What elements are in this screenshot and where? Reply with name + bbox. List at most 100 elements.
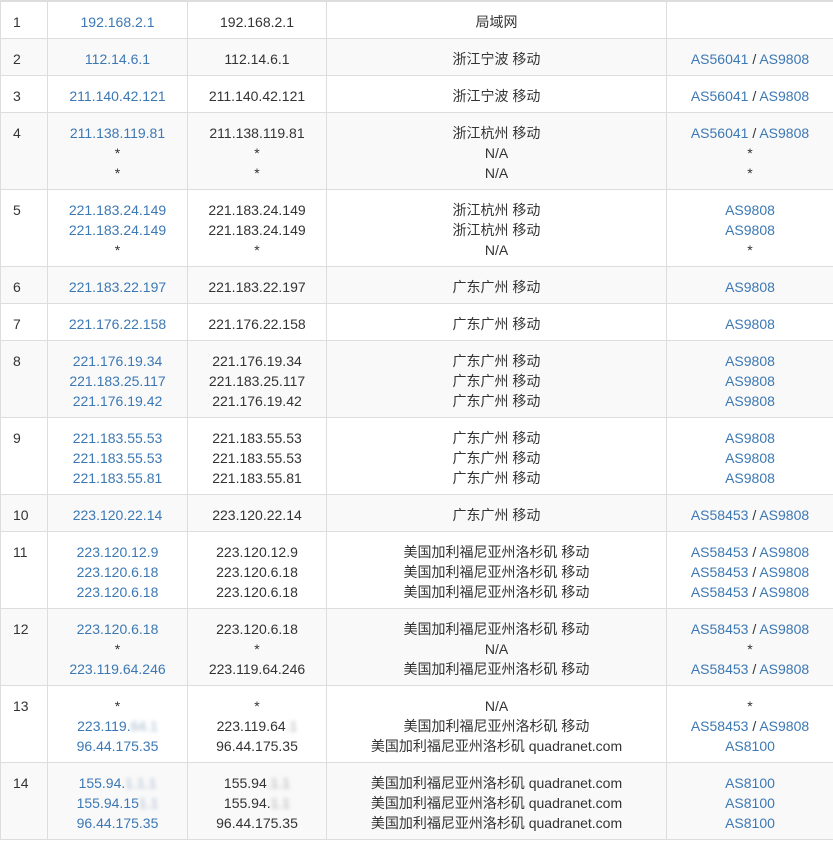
hop-number: 10 [0,494,48,532]
as-link[interactable]: AS9808 [759,507,809,523]
as-link[interactable]: AS9808 [759,544,809,560]
ip-link[interactable]: 223.120.6.18 [54,582,181,602]
as-link[interactable]: AS56041 [691,125,749,141]
as-link[interactable]: AS8100 [725,738,775,754]
hostname-text: 112.14.6.1 [224,51,290,67]
as-link[interactable]: AS9808 [725,316,775,332]
location-text: 广东广州 移动 [452,450,541,466]
as-link[interactable]: AS8100 [725,775,775,791]
as-link[interactable]: AS58453 [691,507,749,523]
timeout-marker: * [114,641,121,657]
as-separator: / [748,88,760,104]
ip-link[interactable]: 112.14.6.1 [54,49,181,69]
timeout-marker: * [114,242,121,258]
hop-number: 5 [0,189,48,267]
hop-row: 12 223.120.6.18 * 223.119.64.246 223.120.6.1… [0,608,833,686]
ip-link[interactable]: 221.183.55.81 [54,468,181,488]
as-link[interactable]: AS9808 [725,202,775,218]
as-link[interactable]: AS56041 [691,51,749,67]
as-link[interactable]: AS9808 [725,450,775,466]
ip-link[interactable]: 96.44.175.35 [54,813,181,833]
hostname-text: 223.120.12.9 [216,544,298,560]
as-link[interactable]: AS58453 [691,564,749,580]
as-link[interactable]: AS58453 [691,718,749,734]
ip-link[interactable]: 221.176.22.158 [54,314,181,334]
as-separator: / [748,718,760,734]
ip-link[interactable]: 221.183.25.117 [54,371,181,391]
location-text: 广东广州 移动 [452,507,541,523]
as-link[interactable]: AS8100 [725,795,775,811]
as-link[interactable]: AS58453 [691,584,749,600]
hop-number: 2 [0,38,48,76]
timeout-marker: * [114,145,121,161]
as-link[interactable]: AS9808 [725,279,775,295]
ip-link[interactable]: 211.140.42.121 [54,86,181,106]
hostname-text: 221.183.55.81 [212,470,302,486]
as-link[interactable]: AS56041 [691,88,749,104]
hop-location-cell: 广东广州 移动 广东广州 移动 广东广州 移动 [326,340,667,418]
ip-link[interactable]: 221.176.19.34 [54,351,181,371]
ip-link[interactable]: 223.120.12.9 [54,542,181,562]
location-text: 广东广州 移动 [452,393,541,409]
as-link[interactable]: AS58453 [691,661,749,677]
as-line: * [673,143,827,163]
ip-link[interactable]: 221.183.24.149 [54,200,181,220]
ip-link[interactable]: 155.94.1.1.1 [54,773,181,793]
hop-as-cell: AS58453 / AS9808 AS58453 / AS9808 AS58453 … [666,531,833,609]
as-link[interactable]: AS58453 [691,621,749,637]
hop-location-cell: 广东广州 移动 广东广州 移动 广东广州 移动 [326,417,667,495]
as-link[interactable]: AS9808 [759,88,809,104]
hop-hostname-cell: * 223.119.64.1 96.44.175.35 [187,685,327,763]
as-link[interactable]: AS9808 [759,621,809,637]
ip-link[interactable]: 155.94.151.1 [54,793,181,813]
as-link[interactable]: AS9808 [725,430,775,446]
as-link[interactable]: AS58453 [691,544,749,560]
hostname-text: 96.44.175.35 [216,815,298,831]
hop-ip-cell: 223.120.22.14 [47,494,188,532]
hostname-text: 221.183.55.53 [212,430,302,446]
timeout-marker: * [747,145,753,161]
as-link[interactable]: AS9808 [759,125,809,141]
ip-link[interactable]: 221.183.24.149 [54,220,181,240]
ip-link[interactable]: 221.183.55.53 [54,448,181,468]
as-link[interactable]: AS9808 [759,51,809,67]
ip-link[interactable]: 223.120.6.18 [54,562,181,582]
hop-number: 13 [0,685,48,763]
as-link[interactable]: AS8100 [725,815,775,831]
hop-location-cell: N/A 美国加利福尼亚州洛杉矶 移动 美国加利福尼亚州洛杉矶 quadranet.c… [326,685,667,763]
ip-link[interactable]: 221.183.22.197 [54,277,181,297]
as-link[interactable]: AS9808 [759,564,809,580]
as-link[interactable]: AS9808 [759,661,809,677]
as-link[interactable]: AS9808 [725,353,775,369]
as-link[interactable]: AS9808 [725,470,775,486]
as-line: AS58453 / AS9808 [673,582,827,602]
hop-hostname-cell: 221.176.19.34 221.183.25.117 221.176.19.42 [187,340,327,418]
as-line: AS58453 / AS9808 [673,716,827,736]
ip-link[interactable]: 221.176.19.42 [54,391,181,411]
timeout-marker: * [114,698,121,714]
ip-link[interactable]: 192.168.2.1 [54,12,181,32]
ip-link[interactable]: 211.138.119.81 [54,123,181,143]
as-link[interactable]: AS9808 [725,393,775,409]
as-separator: / [748,621,760,637]
ip-link[interactable]: 223.120.6.18 [54,619,181,639]
location-text: 广东广州 移动 [452,279,541,295]
ip-link[interactable]: 221.183.55.53 [54,428,181,448]
hop-number: 4 [0,112,48,190]
location-text: 广东广州 移动 [452,470,541,486]
hop-location-cell: 浙江杭州 移动 浙江杭州 移动 N/A [326,189,667,267]
as-link[interactable]: AS9808 [759,718,809,734]
as-line: AS9808 [673,277,827,297]
ip-link[interactable]: 223.119.64.246 [54,659,181,679]
location-text: N/A [484,641,509,657]
ip-link[interactable]: 223.120.22.14 [54,505,181,525]
as-link[interactable]: AS9808 [725,373,775,389]
hop-row: 3 211.140.42.121 211.140.42.121 浙江宁波 移动 AS56… [0,75,833,113]
as-link[interactable]: AS9808 [725,222,775,238]
as-link[interactable]: AS9808 [759,584,809,600]
hop-number: 3 [0,75,48,113]
location-text: 广东广州 移动 [452,373,541,389]
location-text: 美国加利福尼亚州洛杉矶 移动 [403,718,590,734]
ip-link[interactable]: 96.44.175.35 [54,736,181,756]
ip-link[interactable]: 223.119.64.1 [54,716,181,736]
